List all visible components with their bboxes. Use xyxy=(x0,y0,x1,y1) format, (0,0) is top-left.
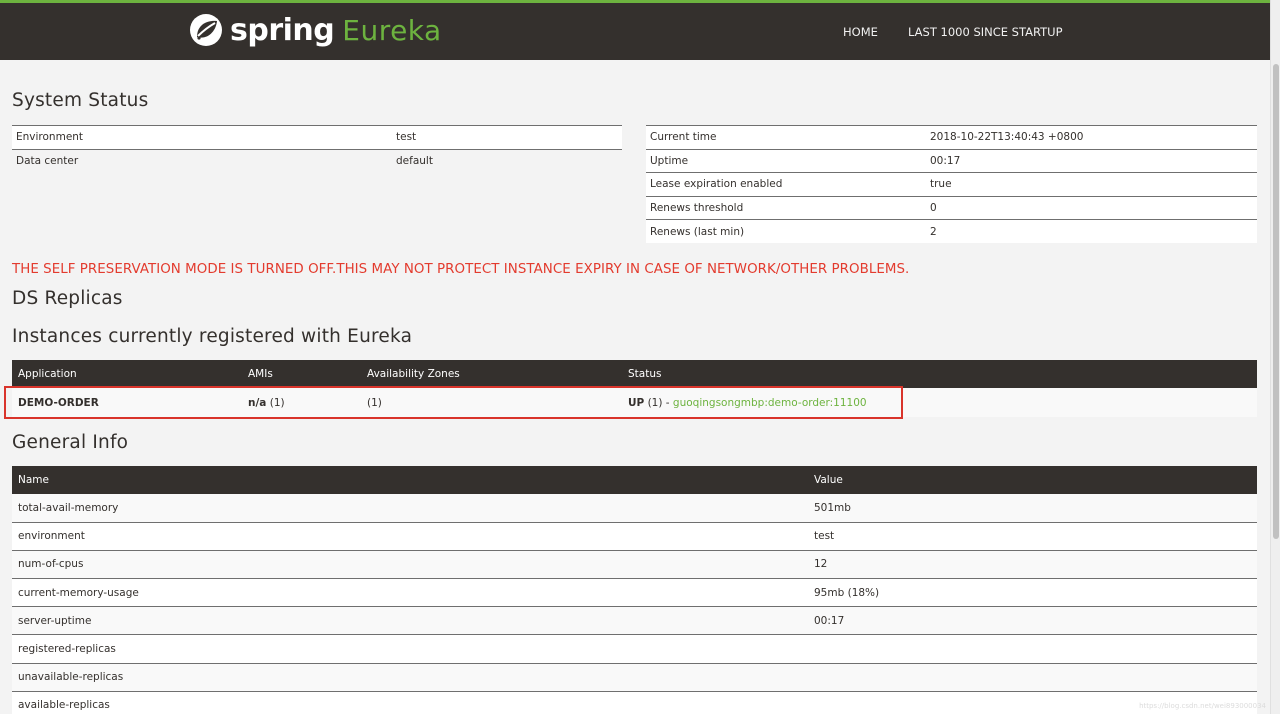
status-key: Renews threshold xyxy=(646,195,926,220)
info-value: 95mb (18%) xyxy=(808,578,1257,608)
info-value xyxy=(808,634,1257,664)
system-status-heading: System Status xyxy=(12,90,149,111)
info-row-registered-replicas: registered-replicas xyxy=(12,634,1257,664)
column-header-value: Value xyxy=(808,466,1257,494)
general-info-table: Name Value total-avail-memory 501mb envi… xyxy=(12,466,1257,714)
info-row-unavailable-replicas: unavailable-replicas xyxy=(12,663,1257,692)
vertical-scrollbar[interactable] xyxy=(1270,0,1280,714)
status-value: test xyxy=(392,125,622,150)
spring-eureka-logo[interactable]: spring Eureka xyxy=(188,10,442,50)
status-value: 00:17 xyxy=(926,148,1257,173)
info-value xyxy=(808,663,1257,692)
info-name: available-replicas xyxy=(12,691,808,714)
brand-spring-text: spring xyxy=(230,12,335,48)
highlight-box xyxy=(4,386,903,419)
general-info-header-row: Name Value xyxy=(12,466,1257,494)
status-key: Lease expiration enabled xyxy=(646,172,926,197)
system-status-left-table: Environment test Data center default xyxy=(12,125,622,173)
info-value: 12 xyxy=(808,550,1257,580)
status-row-current-time: Current time 2018-10-22T13:40:43 +0800 xyxy=(646,125,1257,150)
info-name: server-uptime xyxy=(12,606,808,636)
general-info-heading: General Info xyxy=(12,432,129,453)
status-value: 0 xyxy=(926,195,1257,220)
status-value: 2018-10-22T13:40:43 +0800 xyxy=(926,125,1257,150)
column-header-name: Name xyxy=(12,466,808,494)
status-row-environment: Environment test xyxy=(12,125,622,150)
top-navbar: spring Eureka HOME LAST 1000 SINCE START… xyxy=(0,0,1280,60)
status-key: Current time xyxy=(646,125,926,150)
info-value: test xyxy=(808,522,1257,551)
info-name: num-of-cpus xyxy=(12,550,808,580)
info-row-available-replicas: available-replicas xyxy=(12,691,1257,714)
spring-leaf-icon xyxy=(190,14,222,46)
column-header-amis: AMIs xyxy=(242,360,361,388)
status-value: 2 xyxy=(926,219,1257,244)
nav-last-1000-link[interactable]: LAST 1000 SINCE STARTUP xyxy=(908,25,1063,39)
status-row-data-center: Data center default xyxy=(12,149,622,173)
column-header-application: Application xyxy=(12,360,242,388)
self-preservation-warning: THE SELF PRESERVATION MODE IS TURNED OFF… xyxy=(12,262,910,277)
status-key: Uptime xyxy=(646,148,926,173)
info-name: environment xyxy=(12,522,808,551)
info-value: 501mb xyxy=(808,494,1257,523)
column-header-availability-zones: Availability Zones xyxy=(361,360,622,388)
info-name: total-avail-memory xyxy=(12,494,808,523)
info-row-total-avail-memory: total-avail-memory 501mb xyxy=(12,494,1257,523)
info-value: 00:17 xyxy=(808,606,1257,636)
status-row-lease-expiration: Lease expiration enabled true xyxy=(646,172,1257,197)
instances-header-row: Application AMIs Availability Zones Stat… xyxy=(12,360,1257,388)
watermark-text: https://blog.csdn.net/wei893000034 xyxy=(1139,702,1266,710)
nav-home-link[interactable]: HOME xyxy=(843,25,878,39)
info-row-server-uptime: server-uptime 00:17 xyxy=(12,606,1257,636)
info-name: registered-replicas xyxy=(12,634,808,664)
info-row-environment: environment test xyxy=(12,522,1257,551)
status-value: true xyxy=(926,172,1257,197)
info-row-current-memory-usage: current-memory-usage 95mb (18%) xyxy=(12,578,1257,608)
info-name: unavailable-replicas xyxy=(12,663,808,692)
scrollbar-thumb[interactable] xyxy=(1273,64,1279,539)
status-value: default xyxy=(396,155,433,168)
status-key: Renews (last min) xyxy=(646,219,926,244)
instances-heading: Instances currently registered with Eure… xyxy=(12,326,413,347)
status-row-renews-threshold: Renews threshold 0 xyxy=(646,195,1257,220)
status-key: Environment xyxy=(12,125,392,150)
status-key: Data center xyxy=(16,155,79,168)
status-row-uptime: Uptime 00:17 xyxy=(646,148,1257,173)
info-row-num-of-cpus: num-of-cpus 12 xyxy=(12,550,1257,580)
brand-eureka-text: Eureka xyxy=(342,13,442,47)
column-header-status: Status xyxy=(622,360,1257,388)
status-row-renews-last-min: Renews (last min) 2 xyxy=(646,219,1257,244)
info-name: current-memory-usage xyxy=(12,578,808,608)
ds-replicas-heading: DS Replicas xyxy=(12,288,123,309)
system-status-right-table: Current time 2018-10-22T13:40:43 +0800 U… xyxy=(646,125,1257,244)
